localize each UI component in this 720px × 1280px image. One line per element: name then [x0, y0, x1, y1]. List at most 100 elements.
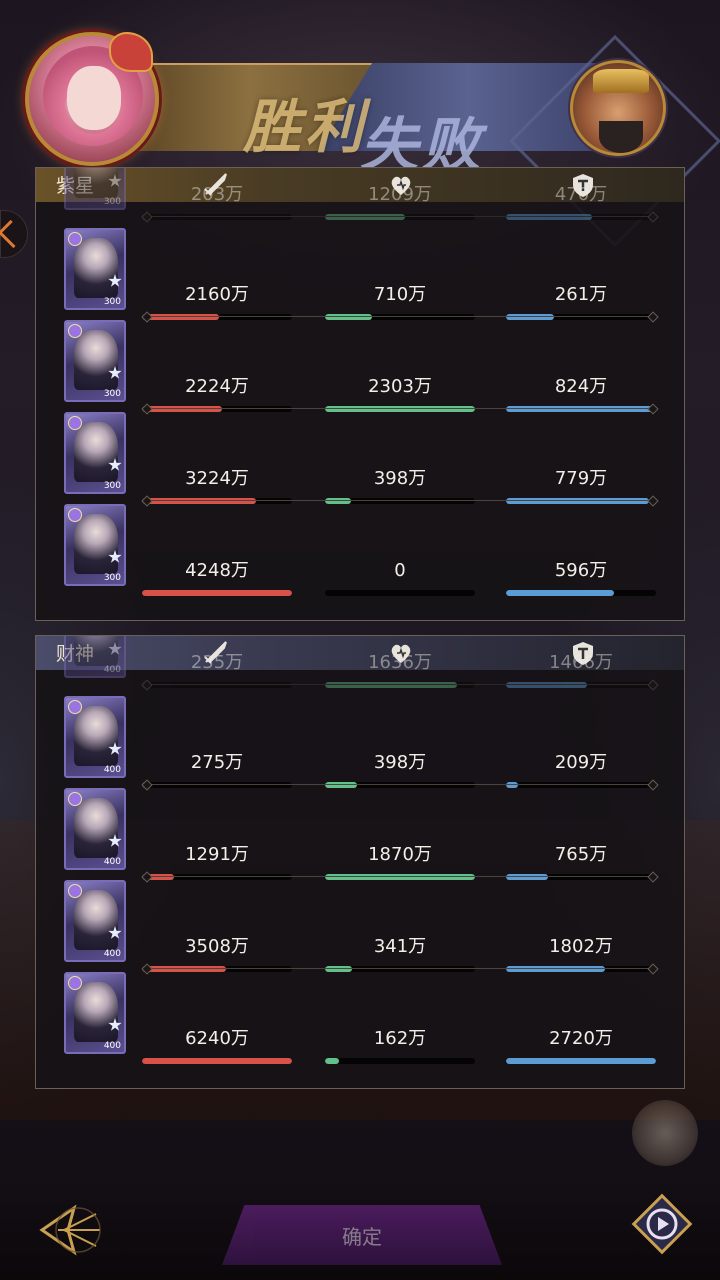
- damage-value: 2160万: [185, 284, 249, 305]
- tank-value: 2720万: [549, 1028, 613, 1049]
- tank-bar-fill: [506, 590, 614, 596]
- hero-level: 400: [103, 1041, 121, 1051]
- damage-value: 275万: [190, 752, 244, 773]
- heal-value: 162万: [373, 1028, 427, 1049]
- damage-value: 235万: [190, 652, 244, 673]
- tank-bar: [506, 682, 656, 688]
- tank-bar: [506, 590, 656, 596]
- hero-row[interactable]: 300 4248万 0 596万: [36, 498, 684, 596]
- tank-value: 765万: [554, 844, 608, 865]
- hero-portrait: [74, 636, 118, 666]
- row-divider: [146, 684, 654, 685]
- tank-value: 261万: [554, 284, 608, 305]
- hero-row[interactable]: 400 6240万 162万 2720万: [36, 966, 684, 1064]
- hero-row[interactable]: 300 2160万 710万 261万: [36, 222, 684, 320]
- tank-value: 824万: [554, 376, 608, 397]
- tank-bar-fill: [506, 1058, 656, 1064]
- heal-value: 398万: [373, 752, 427, 773]
- hero-card[interactable]: 400: [64, 636, 126, 678]
- heal-value: 1870万: [368, 844, 432, 865]
- heal-value: 1209万: [368, 184, 432, 205]
- faction-badge-icon: [68, 324, 82, 338]
- hero-row[interactable]: 400 275万 398万 209万: [36, 690, 684, 788]
- heal-value: 710万: [373, 284, 427, 305]
- hero-portrait: [74, 982, 118, 1042]
- hero-card[interactable]: 400: [64, 972, 126, 1054]
- tank-value: 470万: [554, 184, 608, 205]
- faction-badge-icon: [68, 700, 82, 714]
- row-divider: [146, 216, 654, 217]
- heal-bar-fill: [325, 214, 405, 220]
- hero-row[interactable]: 300 2224万 2303万 824万: [36, 314, 684, 412]
- opponent-avatar[interactable]: [570, 60, 666, 156]
- heal-value: 398万: [373, 468, 427, 489]
- hero-portrait: [74, 168, 118, 198]
- tank-value: 1802万: [549, 936, 613, 957]
- faction-badge-icon: [68, 792, 82, 806]
- damage-value: 2224万: [185, 376, 249, 397]
- damage-value: 3508万: [185, 936, 249, 957]
- damage-value: 4248万: [185, 560, 249, 581]
- tank-value: 209万: [554, 752, 608, 773]
- hero-row[interactable]: 400 235万 1636万 1466万: [36, 636, 684, 688]
- heal-bar: [325, 214, 475, 220]
- faction-badge-icon: [68, 416, 82, 430]
- confirm-button[interactable]: 确定: [222, 1205, 502, 1265]
- hero-card[interactable]: 400: [64, 696, 126, 778]
- faction-badge-icon: [68, 232, 82, 246]
- hero-card[interactable]: 300: [64, 168, 126, 210]
- hero-portrait: [74, 330, 118, 390]
- faction-badge-icon: [68, 884, 82, 898]
- hero-level: 300: [103, 481, 121, 491]
- hero-row[interactable]: 300 203万 1209万 470万: [36, 168, 684, 220]
- hero-level: 400: [103, 857, 121, 867]
- player-avatar[interactable]: [25, 32, 159, 166]
- damage-bar: [142, 590, 292, 596]
- damage-bar: [142, 1058, 292, 1064]
- heal-value: 0: [394, 560, 406, 581]
- heal-bar: [325, 1058, 475, 1064]
- hero-card[interactable]: 400: [64, 788, 126, 870]
- hero-portrait: [74, 706, 118, 766]
- hero-card[interactable]: 300: [64, 320, 126, 402]
- hero-level: 300: [103, 389, 121, 399]
- back-arrow-icon[interactable]: [34, 1200, 106, 1260]
- hero-portrait: [74, 890, 118, 950]
- faction-badge-icon: [68, 976, 82, 990]
- tank-bar: [506, 214, 656, 220]
- heal-value: 1636万: [368, 652, 432, 673]
- hero-card[interactable]: 300: [64, 412, 126, 494]
- heal-bar-fill: [325, 682, 457, 688]
- hero-level: 300: [103, 573, 121, 583]
- floating-orb: [632, 1100, 698, 1166]
- heal-value: 2303万: [368, 376, 432, 397]
- damage-value: 1291万: [185, 844, 249, 865]
- heal-bar: [325, 590, 475, 596]
- hero-card[interactable]: 400: [64, 880, 126, 962]
- victory-label: 胜利: [243, 93, 368, 161]
- hero-portrait: [74, 422, 118, 482]
- hero-card[interactable]: 300: [64, 228, 126, 310]
- hero-level: 300: [103, 297, 121, 307]
- team-panel-loser: 财神 400235万1636万1466万400275万398万209万40012…: [35, 635, 685, 1089]
- damage-bar-fill: [142, 1058, 292, 1064]
- tank-value: 779万: [554, 468, 608, 489]
- tank-bar-fill: [506, 682, 587, 688]
- hero-stat-list[interactable]: 400 235万 1636万 1466万 400 275万 398万 209万 400 1291万…: [36, 636, 684, 1088]
- hero-row[interactable]: 300 3224万 398万 779万: [36, 406, 684, 504]
- hero-stat-list[interactable]: 300 203万 1209万 470万 300 2160万 710万 261万 300 2224万…: [36, 168, 684, 620]
- hero-row[interactable]: 400 1291万 1870万 765万: [36, 782, 684, 880]
- heal-value: 341万: [373, 936, 427, 957]
- damage-bar: [142, 214, 292, 220]
- hero-portrait: [74, 238, 118, 298]
- damage-bar-fill: [142, 590, 292, 596]
- heal-bar-fill: [325, 1058, 339, 1064]
- tank-value: 1466万: [549, 652, 613, 673]
- damage-bar: [142, 682, 292, 688]
- team-panel-winner: 紫星 300203万1209万470万3002160万710万261万30022…: [35, 167, 685, 621]
- replay-icon[interactable]: [628, 1190, 696, 1258]
- hero-portrait: [74, 798, 118, 858]
- damage-value: 3224万: [185, 468, 249, 489]
- hero-card[interactable]: 300: [64, 504, 126, 586]
- hero-row[interactable]: 400 3508万 341万 1802万: [36, 874, 684, 972]
